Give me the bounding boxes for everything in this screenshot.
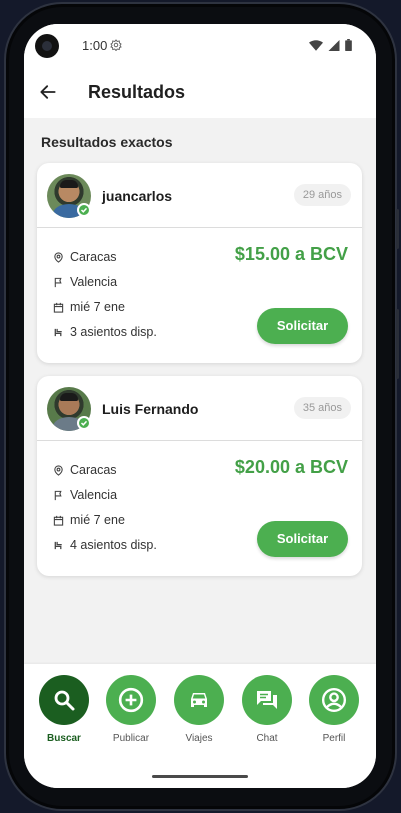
page-title: Resultados	[88, 82, 186, 102]
volume-up-button	[396, 209, 399, 249]
price-label: $15.00 a BCV	[234, 244, 348, 264]
nav-icon-circle[interactable]	[106, 675, 156, 725]
status-icons	[309, 39, 352, 51]
seat-icon	[54, 328, 62, 336]
profile-icon	[321, 687, 347, 713]
location-pin-icon	[54, 464, 63, 476]
age-badge: 29 años	[293, 184, 351, 206]
seat-icon	[54, 541, 62, 549]
card-header: juancarlos 29 años	[37, 163, 362, 228]
nav-item-buscar[interactable]: Buscar	[34, 675, 94, 755]
nav-item-perfil[interactable]: Perfil	[304, 675, 364, 755]
result-card[interactable]: juancarlos 29 años Caracas Valencia mié …	[37, 163, 362, 363]
power-button	[396, 309, 399, 379]
nav-icon-circle[interactable]	[242, 675, 292, 725]
nav-label: Chat	[256, 733, 278, 744]
destination-text: Valencia	[70, 275, 118, 289]
search-icon	[54, 690, 75, 711]
age-badge: 35 años	[293, 397, 351, 419]
date-row: mié 7 ene	[53, 513, 125, 527]
nav-item-publicar[interactable]: Publicar	[101, 675, 161, 755]
flag-icon	[54, 277, 62, 287]
origin-text: Caracas	[70, 250, 117, 264]
date-row: mié 7 ene	[53, 300, 125, 314]
verified-badge-icon	[77, 203, 91, 217]
destination-text: Valencia	[70, 488, 118, 502]
calendar-icon	[53, 302, 64, 313]
front-camera	[35, 34, 59, 58]
nav-label: Perfil	[322, 733, 346, 744]
screen: 1:00 Resultados Resultados exactos juanc…	[24, 24, 376, 788]
date-text: mié 7 ene	[70, 513, 125, 527]
nav-item-viajes[interactable]: Viajes	[169, 675, 229, 755]
settings-gear-status-icon	[110, 39, 122, 51]
back-arrow-icon[interactable]	[38, 82, 58, 102]
verified-badge-icon	[77, 416, 91, 430]
flag-icon	[54, 490, 62, 500]
nav-icon-circle[interactable]	[174, 675, 224, 725]
battery-icon	[345, 39, 352, 51]
request-button[interactable]: Solicitar	[257, 308, 348, 344]
origin-row: Caracas	[53, 250, 117, 264]
location-pin-icon	[54, 251, 63, 263]
nav-icon-circle[interactable]	[39, 675, 89, 725]
car-icon	[191, 693, 207, 707]
nav-label: Viajes	[185, 733, 213, 744]
app-bar: Resultados	[24, 68, 376, 118]
status-time: 1:00	[82, 38, 108, 53]
origin-row: Caracas	[53, 463, 117, 477]
calendar-icon	[53, 515, 64, 526]
section-title: Resultados exactos	[41, 134, 173, 150]
request-button[interactable]: Solicitar	[257, 521, 348, 557]
seats-text: 3 asientos disp.	[70, 325, 157, 339]
chat-icon	[257, 691, 277, 709]
add-circle-icon	[118, 687, 144, 713]
home-indicator[interactable]	[152, 775, 248, 778]
driver-name[interactable]: Luis Fernando	[102, 401, 198, 417]
bottom-navigation: Buscar Publicar Viajes Chat Perfil	[24, 664, 376, 788]
destination-row: Valencia	[53, 488, 117, 502]
origin-text: Caracas	[70, 463, 117, 477]
nav-icon-circle[interactable]	[309, 675, 359, 725]
price-label: $20.00 a BCV	[234, 457, 348, 477]
seats-row: 4 asientos disp.	[53, 538, 157, 552]
seats-text: 4 asientos disp.	[70, 538, 157, 552]
nav-label: Publicar	[112, 733, 150, 744]
result-card[interactable]: Luis Fernando 35 años Caracas Valencia m…	[37, 376, 362, 576]
wifi-icon	[309, 39, 323, 51]
destination-row: Valencia	[53, 275, 117, 289]
signal-icon	[328, 39, 340, 51]
nav-label: Buscar	[47, 733, 81, 744]
card-header: Luis Fernando 35 años	[37, 376, 362, 441]
seats-row: 3 asientos disp.	[53, 325, 157, 339]
date-text: mié 7 ene	[70, 300, 125, 314]
driver-name[interactable]: juancarlos	[102, 188, 172, 204]
nav-item-chat[interactable]: Chat	[237, 675, 297, 755]
status-bar: 1:00	[24, 24, 376, 68]
